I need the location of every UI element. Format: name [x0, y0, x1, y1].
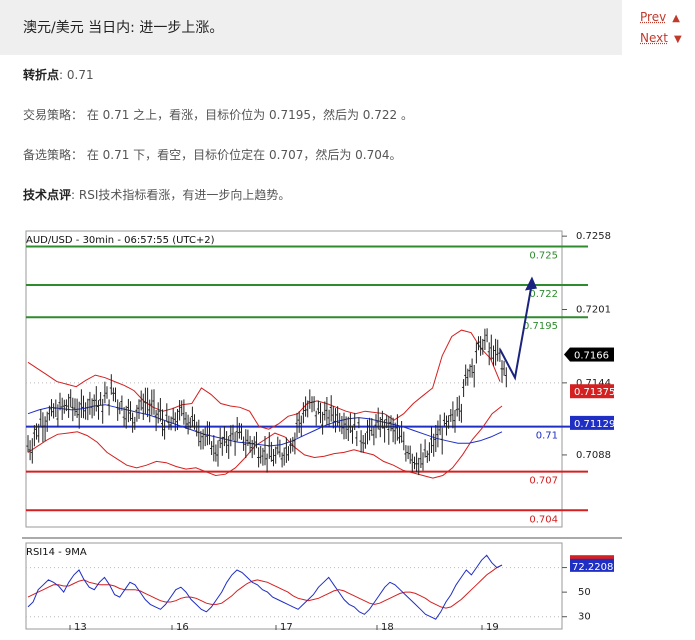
- next-label: Next: [640, 31, 668, 45]
- ma-value-label: 0.71129: [574, 419, 615, 430]
- x-tick-label: 19: [486, 622, 499, 632]
- alt-strategy-text: ： 在 0.71 下，看空，目标价位定在 0.707，然后为 0.704。: [71, 148, 402, 162]
- prev-label: Prev: [640, 10, 667, 24]
- y-tick-label: 0.7088: [576, 450, 611, 461]
- alt-strategy-label: 备选策略: [23, 148, 72, 162]
- current-price-label: 0.7166: [574, 351, 609, 362]
- prev-link[interactable]: Prev ▲: [640, 10, 682, 31]
- price-chart-svg: AUD/USD - 30min - 06:57:55 (UTC+2) 0.725…: [22, 227, 622, 633]
- comment-paragraph: 技术点评: RSI技术指标看涨，有进一步向上趋势。: [23, 186, 290, 203]
- rsi-tick-label: 30: [578, 612, 591, 623]
- level-label: 0.7195: [523, 321, 558, 332]
- upper-band-value-label: 0.71375: [574, 387, 615, 398]
- pivot-paragraph: 转折点: 0.71: [23, 66, 94, 83]
- x-tick-label: 16: [176, 622, 189, 632]
- rsi-title: RSI14 - 9MA: [26, 547, 87, 558]
- comment-label: 技术点评: [23, 188, 72, 202]
- level-label: 0.707: [529, 476, 558, 487]
- pivot-value: : 0.71: [59, 68, 94, 82]
- page-title: 澳元/美元 当日内: 进一步上涨。: [23, 20, 224, 36]
- rsi-tick-label: 50: [578, 587, 591, 598]
- x-tick-label: 13: [74, 622, 87, 632]
- level-label: 0.71: [536, 431, 558, 442]
- strategy-paragraph: 交易策略： 在 0.71 之上，看涨，目标价位为 0.7195，然后为 0.72…: [23, 106, 413, 123]
- page-header: 澳元/美元 当日内: 进一步上涨。: [0, 0, 622, 55]
- strategy-text: ： 在 0.71 之上，看涨，目标价位为 0.7195，然后为 0.722 。: [71, 108, 413, 122]
- price-chart: AUD/USD - 30min - 06:57:55 (UTC+2) 0.725…: [22, 227, 622, 633]
- rsi-ma-value-label: 72.2208: [572, 562, 613, 573]
- y-tick-label: 0.7201: [576, 305, 611, 316]
- x-tick-label: 17: [280, 622, 293, 632]
- next-link[interactable]: Next ▼: [640, 31, 682, 52]
- y-tick-label: 0.7258: [576, 231, 611, 242]
- pivot-label: 转折点: [23, 68, 60, 82]
- comment-text: : RSI技术指标看涨，有进一步向上趋势。: [71, 188, 291, 202]
- level-label: 0.704: [529, 514, 558, 525]
- chart-title: AUD/USD - 30min - 06:57:55 (UTC+2): [26, 235, 215, 246]
- triangle-up-icon: ▲: [672, 13, 680, 24]
- pagination-nav: Prev ▲ Next ▼: [640, 10, 682, 52]
- alt-strategy-paragraph: 备选策略： 在 0.71 下，看空，目标价位定在 0.707，然后为 0.704…: [23, 146, 402, 163]
- level-label: 0.722: [529, 289, 558, 300]
- strategy-label: 交易策略: [23, 108, 72, 122]
- level-label: 0.725: [529, 250, 558, 261]
- triangle-down-icon: ▼: [673, 34, 682, 45]
- x-tick-label: 18: [381, 622, 394, 632]
